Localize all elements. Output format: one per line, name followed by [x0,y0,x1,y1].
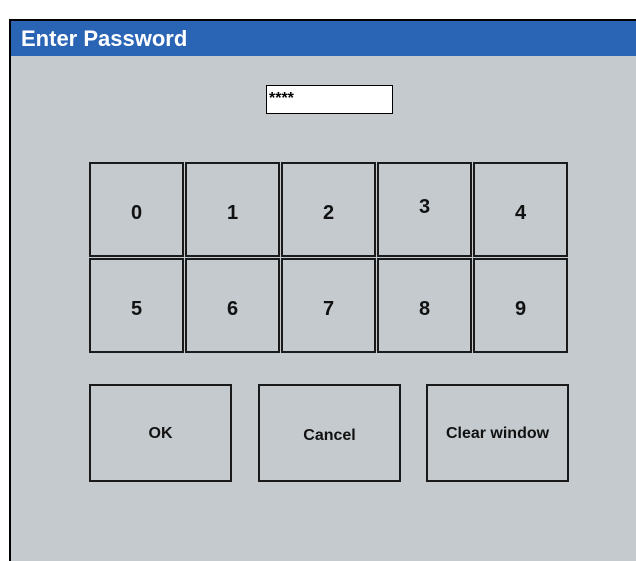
key-9-label: 9 [514,298,527,320]
dialog-title-bar: Enter Password [11,21,636,56]
ok-button-label: OK [148,425,173,442]
key-5[interactable]: 5 [89,258,184,353]
key-9[interactable]: 9 [473,258,568,353]
key-1[interactable]: 1 [185,162,280,257]
password-dialog: Enter Password **** 0 1 2 3 4 5 6 7 8 9 … [9,19,636,561]
key-1-label: 1 [226,202,239,224]
key-4-label: 4 [514,202,527,224]
key-8-label: 8 [418,298,431,320]
ok-button[interactable]: OK [89,384,232,482]
cancel-button[interactable]: Cancel [258,384,401,482]
clear-window-button-label: Clear window [445,425,550,442]
key-2-label: 2 [322,202,335,224]
key-3[interactable]: 3 [377,162,472,257]
key-5-label: 5 [130,298,143,320]
key-8[interactable]: 8 [377,258,472,353]
cancel-button-label: Cancel [303,427,356,444]
key-4[interactable]: 4 [473,162,568,257]
key-7-label: 7 [322,298,335,320]
dialog-title: Enter Password [21,26,188,51]
key-0[interactable]: 0 [89,162,184,257]
key-6[interactable]: 6 [185,258,280,353]
clear-window-button[interactable]: Clear window [426,384,569,482]
key-3-label: 3 [418,196,431,218]
key-2[interactable]: 2 [281,162,376,257]
key-7[interactable]: 7 [281,258,376,353]
key-6-label: 6 [226,298,239,320]
password-input[interactable]: **** [266,85,393,114]
key-0-label: 0 [130,202,143,224]
